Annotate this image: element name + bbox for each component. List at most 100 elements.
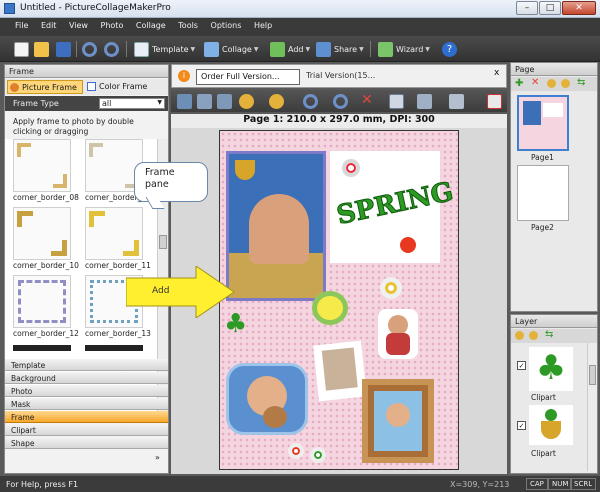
frame-thumbnail[interactable] xyxy=(85,345,143,351)
child-face xyxy=(388,315,408,335)
save-button[interactable] xyxy=(56,40,71,58)
category-background[interactable]: Background xyxy=(5,372,168,384)
add-button[interactable]: Add ▼ xyxy=(270,40,310,58)
layer-thumbnail-flowerpot[interactable] xyxy=(529,405,573,445)
menu-help[interactable]: Help xyxy=(249,18,277,33)
scroll-thumb[interactable] xyxy=(589,365,596,385)
page-info: Page 1: 210.0 x 297.0 mm, DPI: 300 xyxy=(171,114,507,128)
frame-thumbnail[interactable] xyxy=(85,207,143,260)
menu-view[interactable]: View xyxy=(64,18,93,33)
boy-photo[interactable] xyxy=(313,340,367,402)
delete-icon[interactable]: ✕ xyxy=(361,92,373,108)
page-thumbnail[interactable] xyxy=(517,165,569,221)
frame-corner xyxy=(89,143,103,157)
category-shape[interactable]: Shape xyxy=(5,437,168,449)
image-edit-icon[interactable] xyxy=(177,94,192,109)
share-icon xyxy=(316,41,331,57)
main-toolbar: Template ▼ Collage ▼ Add ▼ Share ▼ Wizard ▼ ? xyxy=(0,36,600,62)
menu-photo[interactable]: Photo xyxy=(96,18,129,33)
frame-thumbnail[interactable] xyxy=(13,345,71,351)
flower-pot-clipart[interactable] xyxy=(235,160,255,180)
add-page-icon[interactable]: ✚ xyxy=(515,78,523,89)
order-full-version-button[interactable]: Order Full Version... xyxy=(196,69,300,85)
family-figures xyxy=(249,194,309,264)
family-photo[interactable] xyxy=(226,151,326,301)
layer-up-icon[interactable] xyxy=(515,331,524,340)
delete-page-icon[interactable]: ✕ xyxy=(531,77,539,88)
menu-collage[interactable]: Collage xyxy=(131,18,171,33)
layer-panel-title: Layer xyxy=(511,315,597,328)
status-bar: For Help, press F1 X=309, Y=213 CAP NUM … xyxy=(0,476,600,492)
category-template[interactable]: Template xyxy=(5,359,168,371)
close-button[interactable]: ✕ xyxy=(562,1,596,15)
rotate-left-icon[interactable] xyxy=(333,94,348,109)
menu-edit[interactable]: Edit xyxy=(36,18,62,33)
layer-down-icon[interactable] xyxy=(529,331,538,340)
color-frame-icon xyxy=(87,82,96,91)
frame-thumbnail[interactable] xyxy=(13,207,71,260)
child-photo[interactable] xyxy=(378,309,418,359)
frame-thumbnail[interactable] xyxy=(13,275,71,328)
minimize-button[interactable]: – xyxy=(516,1,538,15)
picture-frame-icon xyxy=(10,83,19,92)
layer-checkbox[interactable]: ✓ xyxy=(517,361,526,370)
undo-button[interactable] xyxy=(82,40,97,58)
open-button[interactable] xyxy=(34,40,49,58)
mother-child-photo[interactable] xyxy=(226,363,308,435)
tab-picture-frame[interactable]: Picture Frame xyxy=(7,80,83,94)
chevron-down-icon: ▼ xyxy=(305,45,311,53)
arrow-label: Add xyxy=(152,286,170,296)
template-button[interactable]: Template ▼ xyxy=(134,40,195,58)
tab-label: Color Frame xyxy=(99,82,148,91)
category-frame[interactable]: Frame xyxy=(5,411,168,423)
collage-button[interactable]: Collage ▼ xyxy=(204,40,258,58)
maximize-button[interactable]: □ xyxy=(539,1,561,15)
frame-type-value: all xyxy=(102,99,112,108)
move-page-up-icon[interactable] xyxy=(547,79,556,88)
layer-thumbnail-clover[interactable]: ♣ xyxy=(529,347,573,391)
collage-page[interactable]: SPRING ♣ xyxy=(219,130,459,470)
more-categories-icon[interactable]: » xyxy=(155,453,160,462)
crop-icon[interactable] xyxy=(197,94,212,109)
new-button[interactable] xyxy=(14,40,29,58)
menu-file[interactable]: File xyxy=(10,18,33,33)
frame-thumbnail[interactable] xyxy=(13,139,71,192)
layer-checkbox[interactable]: ✓ xyxy=(517,421,526,430)
redo-button[interactable] xyxy=(104,40,119,58)
send-backward-icon[interactable] xyxy=(269,94,284,109)
wizard-button[interactable]: Wizard ▼ xyxy=(378,40,430,58)
daisy-clipart[interactable] xyxy=(310,447,326,463)
layer-scrollbar[interactable] xyxy=(587,343,597,471)
menu-tools[interactable]: Tools xyxy=(173,18,203,33)
rotate-right-icon[interactable] xyxy=(303,94,318,109)
chevron-down-icon: ▼ xyxy=(157,99,162,106)
layer-swap-icon[interactable]: ⇆ xyxy=(545,329,553,340)
page-thumbnail[interactable] xyxy=(517,95,569,151)
framed-child-photo[interactable] xyxy=(362,379,434,463)
menu-bar: File Edit View Photo Collage Tools Optio… xyxy=(0,18,600,36)
frame-type-select[interactable]: all ▼ xyxy=(99,98,165,109)
spring-clipart[interactable]: SPRING xyxy=(330,151,456,263)
category-clipart[interactable]: Clipart xyxy=(5,424,168,436)
display-icon[interactable] xyxy=(449,94,464,109)
edit-toolbar: ✕ xyxy=(171,90,507,112)
bring-forward-icon[interactable] xyxy=(239,94,254,109)
swap-pages-icon[interactable]: ⇆ xyxy=(577,77,585,88)
fit-icon[interactable] xyxy=(217,94,232,109)
tab-color-frame[interactable]: Color Frame xyxy=(85,80,161,94)
flower-clipart[interactable] xyxy=(312,291,348,325)
daisy-clipart[interactable] xyxy=(380,277,402,299)
close-canvas-icon[interactable] xyxy=(487,94,502,109)
move-page-down-icon[interactable] xyxy=(561,79,570,88)
menu-options[interactable]: Options xyxy=(206,18,247,33)
help-button[interactable]: ? xyxy=(442,40,457,58)
size-icon[interactable] xyxy=(417,94,432,109)
close-info-icon[interactable]: x xyxy=(494,68,499,78)
daisy-clipart[interactable] xyxy=(288,443,304,459)
category-mask[interactable]: Mask xyxy=(5,398,168,410)
scroll-thumb[interactable] xyxy=(159,235,167,249)
align-icon[interactable] xyxy=(389,94,404,109)
category-photo[interactable]: Photo xyxy=(5,385,168,397)
share-button[interactable]: Share ▼ xyxy=(316,40,364,58)
app-logo-icon xyxy=(4,3,15,14)
